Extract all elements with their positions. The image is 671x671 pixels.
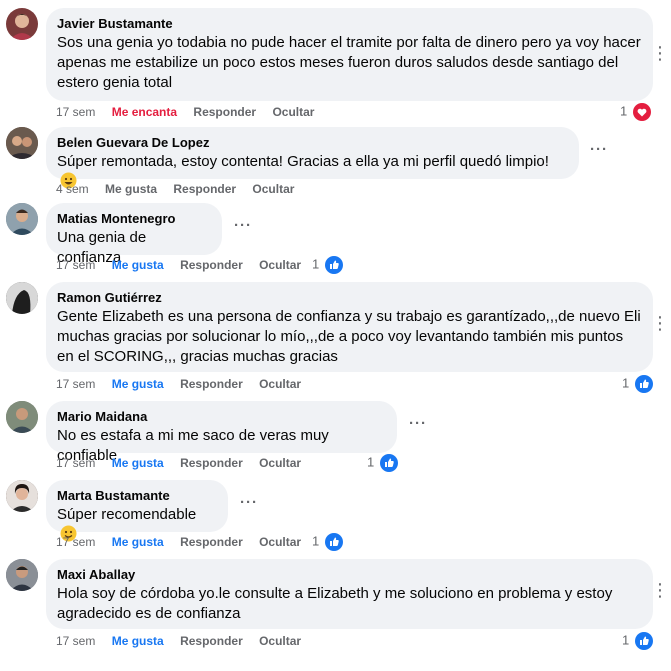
- reaction-summary[interactable]: 1: [620, 102, 651, 121]
- reaction-count: 1: [622, 632, 630, 648]
- comment-actions: 17 sem Me gusta Responder Ocultar: [56, 633, 314, 649]
- comment-text: Hola soy de córdoba yo.le consulte a Eli…: [57, 585, 613, 622]
- comment-text: Sos una genia yo todabia no pude hacer e…: [57, 34, 641, 91]
- comment-time[interactable]: 17 sem: [56, 534, 95, 550]
- more-options-icon[interactable]: ···: [240, 495, 258, 510]
- more-options-icon[interactable]: ⋮: [651, 314, 669, 332]
- like-reaction-icon: [324, 532, 343, 551]
- comment-actions: 17 sem Me gusta Responder Ocultar: [56, 376, 314, 392]
- comment-bubble: Mario Maidana No es estafa a mi me saco …: [46, 401, 397, 464]
- comment-item: Mario Maidana No es estafa a mi me saco …: [0, 401, 671, 472]
- like-action-link[interactable]: Me gusta: [112, 257, 164, 273]
- comment-time[interactable]: 17 sem: [56, 455, 95, 471]
- comment-time[interactable]: 17 sem: [56, 376, 95, 392]
- more-options-icon[interactable]: ⋮: [651, 44, 669, 62]
- reaction-count: 1: [620, 103, 628, 119]
- comment-author[interactable]: Javier Bustamante: [57, 16, 641, 32]
- reaction-count: 1: [622, 375, 630, 391]
- comment-text: Gente Elizabeth es una persona de confia…: [57, 308, 641, 365]
- avatar[interactable]: [6, 8, 38, 40]
- reply-link[interactable]: Responder: [180, 257, 243, 273]
- comment-bubble: Javier Bustamante Sos una genia yo todab…: [46, 8, 653, 101]
- reply-link[interactable]: Responder: [193, 104, 256, 120]
- comment-author[interactable]: Maxi Aballay: [57, 567, 641, 583]
- reply-link[interactable]: Responder: [180, 633, 243, 649]
- avatar[interactable]: [6, 480, 38, 512]
- reaction-summary[interactable]: 1: [622, 631, 653, 650]
- comment-author[interactable]: Mario Maidana: [57, 409, 385, 425]
- comment-time[interactable]: 17 sem: [56, 104, 95, 120]
- reaction-count: 1: [312, 256, 320, 272]
- comment-author[interactable]: Matias Montenegro: [57, 211, 210, 227]
- more-options-icon[interactable]: ···: [234, 218, 252, 233]
- comment-text-content: Súper remontada, estoy contenta! Gracias…: [57, 153, 549, 170]
- comment-author[interactable]: Belen Guevara De Lopez: [57, 135, 567, 151]
- comment-actions: 17 sem Me gusta Responder Ocultar: [56, 455, 314, 471]
- like-action-link[interactable]: Me gusta: [105, 181, 157, 197]
- hide-link[interactable]: Ocultar: [259, 257, 301, 273]
- avatar[interactable]: [6, 203, 38, 235]
- comment-time[interactable]: 4 sem: [56, 181, 89, 197]
- comment-bubble: Ramon Gutiérrez Gente Elizabeth es una p…: [46, 282, 653, 372]
- like-reaction-icon: [324, 255, 343, 274]
- love-reaction-icon: [632, 102, 651, 121]
- like-action-link[interactable]: Me gusta: [112, 376, 164, 392]
- comment-text-content: Súper recomendable: [57, 506, 197, 523]
- hide-link[interactable]: Ocultar: [252, 181, 294, 197]
- comment-item: Belen Guevara De Lopez Súper remontada, …: [0, 127, 671, 197]
- comment-item: Matias Montenegro Una genia de confianza…: [0, 203, 671, 274]
- reaction-count: 1: [312, 533, 320, 549]
- more-options-icon[interactable]: ···: [590, 142, 608, 157]
- reply-link[interactable]: Responder: [180, 376, 243, 392]
- comment-time[interactable]: 17 sem: [56, 633, 95, 649]
- comment-bubble: Belen Guevara De Lopez Súper remontada, …: [46, 127, 579, 189]
- like-reaction-icon: [634, 374, 653, 393]
- hide-link[interactable]: Ocultar: [259, 455, 301, 471]
- comment-item: Javier Bustamante Sos una genia yo todab…: [0, 8, 671, 126]
- avatar[interactable]: [6, 559, 38, 591]
- comment-actions: 17 sem Me gusta Responder Ocultar: [56, 534, 314, 550]
- reaction-count: 1: [367, 454, 375, 470]
- comment-actions: 17 sem Me encanta Responder Ocultar: [56, 104, 327, 120]
- comment-author[interactable]: Ramon Gutiérrez: [57, 290, 641, 306]
- like-action-link[interactable]: Me gusta: [112, 534, 164, 550]
- like-action-link[interactable]: Me gusta: [112, 633, 164, 649]
- reply-link[interactable]: Responder: [180, 455, 243, 471]
- reaction-summary[interactable]: 1: [367, 453, 398, 472]
- comment-bubble: Matias Montenegro Una genia de confianza: [46, 203, 222, 266]
- like-action-link[interactable]: Me gusta: [112, 455, 164, 471]
- comment-actions: 17 sem Me gusta Responder Ocultar: [56, 257, 314, 273]
- comment-time[interactable]: 17 sem: [56, 257, 95, 273]
- reply-link[interactable]: Responder: [173, 181, 236, 197]
- comment-item: Ramon Gutiérrez Gente Elizabeth es una p…: [0, 282, 671, 393]
- reaction-summary[interactable]: 1: [312, 532, 343, 551]
- like-reaction-icon: [379, 453, 398, 472]
- avatar[interactable]: [6, 401, 38, 433]
- love-action-link[interactable]: Me encanta: [112, 104, 177, 120]
- hide-link[interactable]: Ocultar: [259, 534, 301, 550]
- comment-item: Maxi Aballay Hola soy de córdoba yo.le c…: [0, 559, 671, 669]
- more-options-icon[interactable]: ⋮: [651, 581, 669, 599]
- reply-link[interactable]: Responder: [180, 534, 243, 550]
- comment-author[interactable]: Marta Bustamante: [57, 488, 216, 504]
- avatar[interactable]: [6, 127, 38, 159]
- avatar[interactable]: [6, 282, 38, 314]
- reaction-summary[interactable]: 1: [622, 374, 653, 393]
- comment-bubble: Marta Bustamante Súper recomendable: [46, 480, 228, 542]
- comment-bubble: Maxi Aballay Hola soy de córdoba yo.le c…: [46, 559, 653, 629]
- comment-item: Marta Bustamante Súper recomendable ··· …: [0, 480, 671, 551]
- hide-link[interactable]: Ocultar: [272, 104, 314, 120]
- reaction-summary[interactable]: 1: [312, 255, 343, 274]
- hide-link[interactable]: Ocultar: [259, 376, 301, 392]
- hide-link[interactable]: Ocultar: [259, 633, 301, 649]
- like-reaction-icon: [634, 631, 653, 650]
- more-options-icon[interactable]: ···: [409, 416, 427, 431]
- comment-actions: 4 sem Me gusta Responder Ocultar: [56, 181, 307, 197]
